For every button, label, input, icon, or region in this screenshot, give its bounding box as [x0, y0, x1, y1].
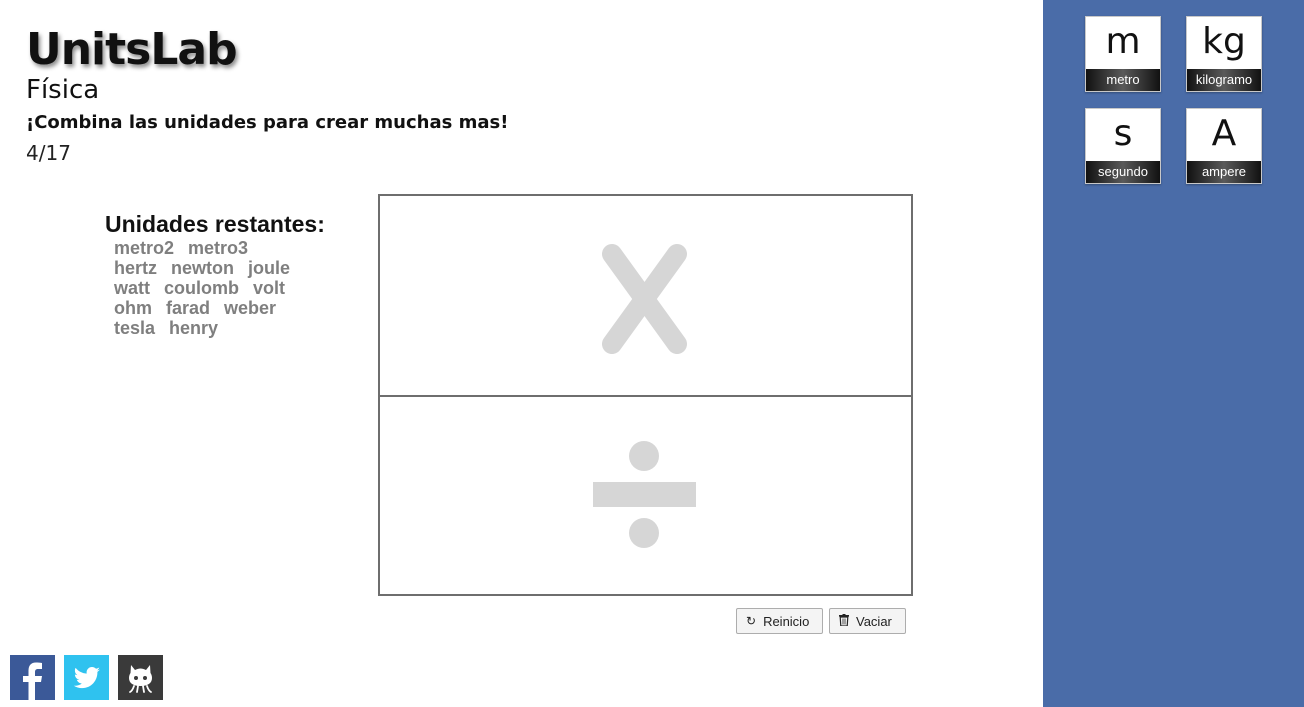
- remaining-unit: volt: [253, 278, 286, 298]
- unit-name: ampere: [1187, 161, 1261, 183]
- base-units-sidebar: m metro kg kilogramo s segundo A ampere: [1043, 0, 1304, 707]
- facebook-link[interactable]: [10, 655, 55, 700]
- unit-symbol: A: [1211, 113, 1237, 154]
- remaining-unit: ohm: [114, 298, 152, 318]
- github-icon: [129, 665, 152, 693]
- remaining-units-panel: Unidades restantes: metro2 metro3 hertz ne…: [105, 212, 335, 338]
- twitter-link[interactable]: [64, 655, 109, 700]
- multiply-icon: [602, 244, 687, 354]
- github-link[interactable]: [118, 655, 163, 700]
- remaining-unit: metro2: [114, 238, 175, 258]
- reset-button[interactable]: ↻ Reinicio: [736, 608, 823, 634]
- reset-button-label: Reinicio: [763, 613, 810, 629]
- remaining-unit: tesla: [114, 318, 156, 338]
- unit-tile-segundo[interactable]: s segundo: [1085, 108, 1161, 184]
- twitter-icon: [73, 667, 100, 689]
- unit-symbol: m: [1105, 21, 1141, 62]
- unit-tile-kilogramo[interactable]: kg kilogramo: [1186, 16, 1262, 92]
- remaining-units-list: metro2 metro3 hertz newton joule watt coulom…: [105, 238, 335, 338]
- remaining-unit: hertz: [114, 258, 158, 278]
- tagline: ¡Combina las unidades para crear muchas …: [26, 112, 509, 133]
- unit-symbol: s: [1113, 113, 1133, 154]
- remaining-units-heading: Unidades restantes:: [105, 211, 325, 237]
- remaining-unit: joule: [248, 258, 291, 278]
- remaining-unit: farad: [166, 298, 211, 318]
- app-title: UnitsLab: [26, 24, 238, 75]
- remaining-unit: weber: [224, 298, 277, 318]
- unit-name: metro: [1086, 69, 1160, 91]
- trash-icon: [839, 613, 849, 629]
- unit-name: segundo: [1086, 161, 1160, 183]
- empty-button-label: Vaciar: [856, 613, 892, 629]
- unit-symbol: kg: [1202, 21, 1246, 62]
- refresh-icon: ↻: [746, 614, 757, 628]
- remaining-unit: coulomb: [164, 278, 239, 298]
- remaining-unit: metro3: [188, 238, 249, 258]
- multiply-drop-zone[interactable]: [380, 196, 911, 394]
- unit-tile-metro[interactable]: m metro: [1085, 16, 1161, 92]
- facebook-icon: [23, 662, 42, 700]
- divide-drop-zone[interactable]: [380, 395, 911, 595]
- empty-button[interactable]: Vaciar: [829, 608, 906, 634]
- remaining-unit: henry: [169, 318, 219, 338]
- remaining-unit: watt: [114, 278, 150, 298]
- progress-counter: 4/17: [26, 141, 71, 165]
- divide-icon: [593, 441, 696, 548]
- app-subtitle: Física: [26, 75, 100, 105]
- combination-board: [378, 194, 913, 596]
- unit-name: kilogramo: [1187, 69, 1261, 91]
- unit-tile-ampere[interactable]: A ampere: [1186, 108, 1262, 184]
- remaining-unit: newton: [171, 258, 235, 278]
